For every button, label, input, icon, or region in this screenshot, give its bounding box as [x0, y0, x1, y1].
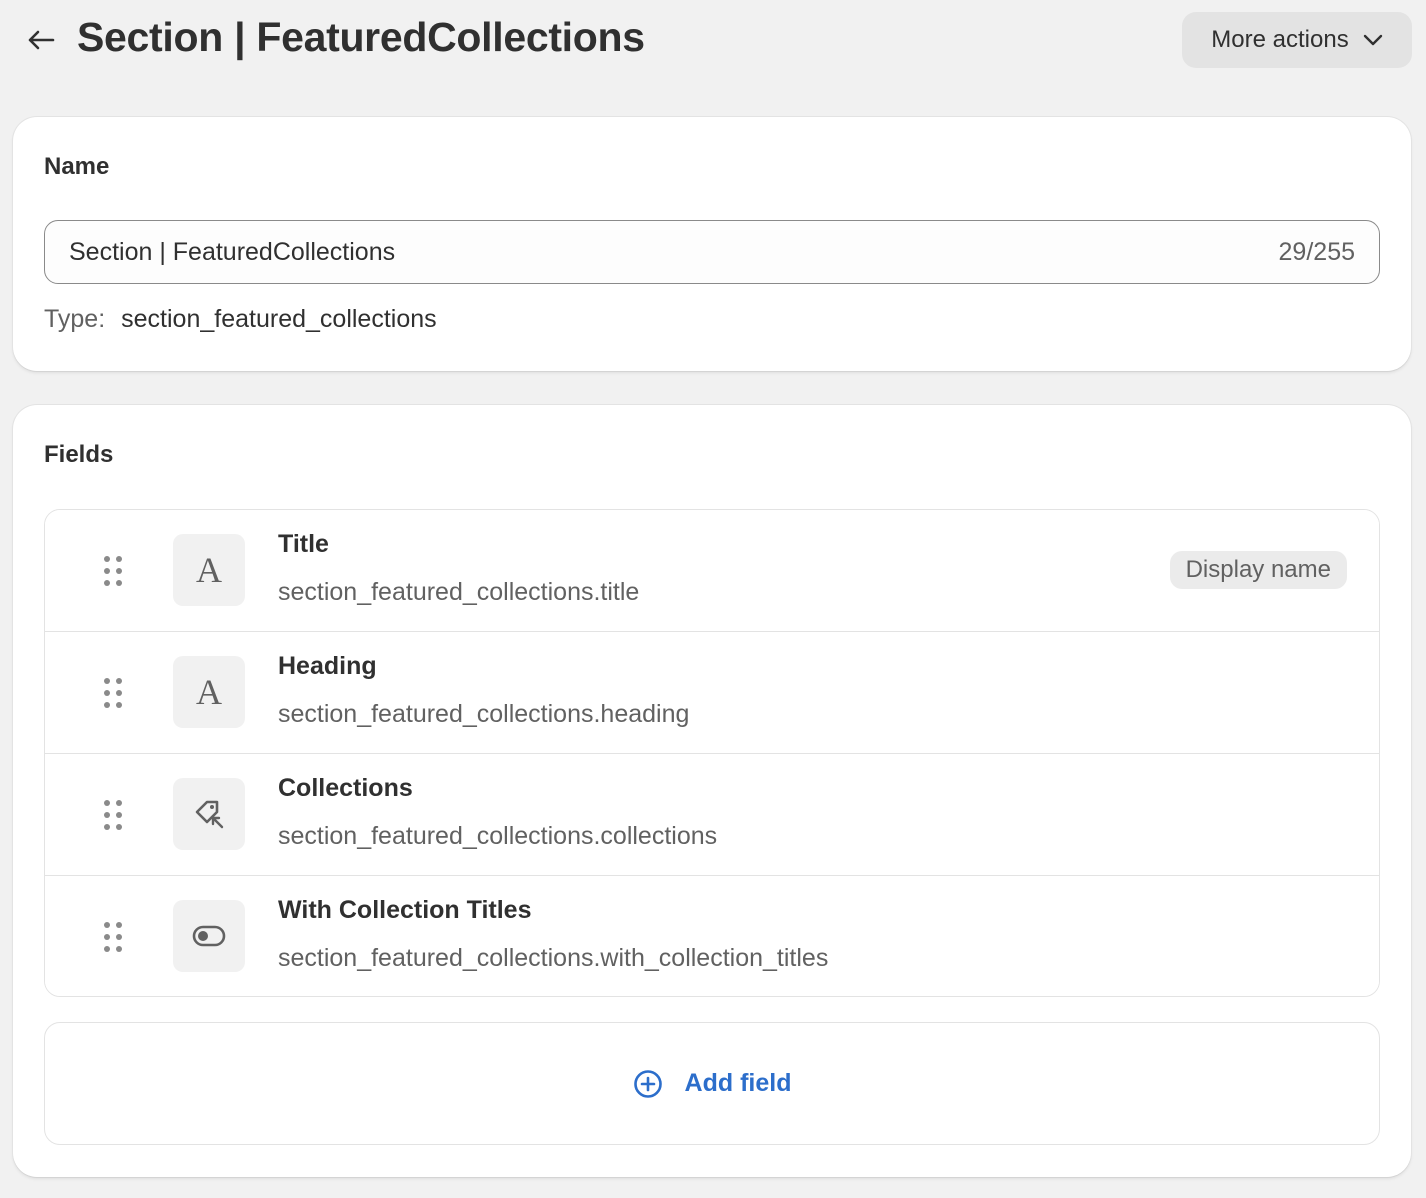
toggle-icon [173, 900, 245, 972]
name-heading: Name [44, 153, 110, 180]
field-row-title[interactable]: A Title section_featured_collections.tit… [45, 510, 1379, 632]
text-icon: A [173, 656, 245, 728]
name-input[interactable] [69, 237, 1279, 267]
field-key: section_featured_collections.heading [278, 700, 690, 728]
field-title: With Collection Titles [278, 896, 532, 924]
field-title: Heading [278, 652, 377, 680]
drag-handle-icon[interactable] [101, 920, 125, 954]
drag-handle-icon[interactable] [101, 554, 125, 588]
display-name-badge: Display name [1169, 551, 1347, 589]
collection-reference-icon [173, 778, 245, 850]
field-title: Title [278, 530, 329, 558]
drag-handle-icon[interactable] [101, 798, 125, 832]
more-actions-label: More actions [1211, 26, 1349, 53]
text-icon: A [173, 534, 245, 606]
field-row-heading[interactable]: A Heading section_featured_collections.h… [45, 632, 1379, 754]
field-key: section_featured_collections.title [278, 578, 640, 606]
fields-card: Fields A Title section_featured_collecti… [13, 405, 1411, 1177]
type-row: Type: section_featured_collections [44, 305, 437, 334]
add-field-button[interactable]: Add field [44, 1022, 1380, 1145]
back-button[interactable] [22, 24, 58, 56]
name-card: Name 29/255 Type: section_featured_colle… [13, 117, 1411, 371]
field-title: Collections [278, 774, 413, 802]
arrow-left-icon [28, 30, 55, 50]
field-key: section_featured_collections.collections [278, 822, 718, 850]
type-label: Type: [44, 305, 106, 333]
field-row-collections[interactable]: Collections section_featured_collections… [45, 754, 1379, 876]
plus-circle-icon [633, 1069, 662, 1098]
name-input-wrapper[interactable]: 29/255 [44, 220, 1380, 284]
chevron-down-icon [1363, 34, 1382, 46]
field-row-with-collection-titles[interactable]: With Collection Titles section_featured_… [45, 876, 1379, 996]
add-field-label: Add field [684, 1069, 792, 1097]
char-count: 29/255 [1278, 237, 1355, 266]
page-title: Section | FeaturedCollections [77, 14, 645, 60]
drag-handle-icon[interactable] [101, 676, 125, 710]
more-actions-button[interactable]: More actions [1182, 12, 1412, 68]
fields-list: A Title section_featured_collections.tit… [44, 509, 1380, 997]
page-header: Section | FeaturedCollections More actio… [0, 0, 1426, 80]
type-value: section_featured_collections [121, 305, 437, 333]
fields-heading: Fields [44, 441, 114, 468]
field-key: section_featured_collections.with_collec… [278, 944, 829, 972]
